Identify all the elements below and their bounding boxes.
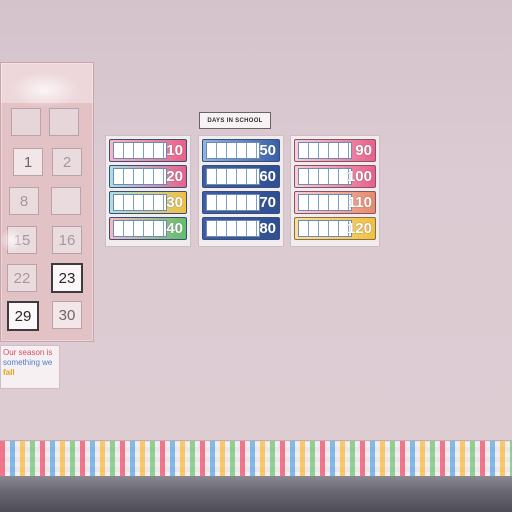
calendar-day-card: 29 [7, 301, 39, 331]
count-number: 30 [166, 194, 183, 211]
ten-frame-row: 30 [109, 191, 187, 214]
ten-frame-cells [298, 142, 352, 159]
count-number: 90 [355, 142, 372, 159]
calendar-day-card: 1 [13, 148, 43, 176]
calendar-day-card: 8 [9, 187, 39, 215]
ten-frame-row: 100 [294, 165, 376, 188]
ten-frame-row: 70 [202, 191, 280, 214]
calendar-pocket-chart: 1 2 8 15 16 22 23 29 30 [0, 62, 94, 342]
calendar-day-card: 15 [7, 226, 37, 254]
ten-frame-row: 60 [202, 165, 280, 188]
count-number: 50 [259, 142, 276, 159]
count-number: 10 [166, 142, 183, 159]
ten-frame-panel: 10 20 30 40 [105, 135, 191, 247]
count-number: 120 [346, 220, 372, 237]
count-number: 60 [259, 168, 276, 185]
ten-frame-panel: 90 100 110 120 [290, 135, 380, 247]
ten-frame-cells [113, 168, 167, 185]
note-line: fall [3, 368, 15, 377]
season-note-card: Our season is something we fall [0, 345, 60, 389]
calendar-day-card: 22 [7, 264, 37, 292]
ten-frame-row: 10 [109, 139, 187, 162]
ten-frame-cells [298, 168, 352, 185]
ten-frame-cells [206, 194, 260, 211]
calendar-day-card: 2 [52, 148, 82, 176]
ten-frame-cells [113, 142, 167, 159]
calendar-day-card: 23 [51, 263, 83, 293]
ten-frame-cells [206, 142, 260, 159]
count-number: 100 [346, 168, 372, 185]
checkered-border-strip [0, 440, 512, 477]
count-number: 80 [259, 220, 276, 237]
ten-frame-cells [298, 194, 352, 211]
count-number: 110 [347, 194, 372, 211]
ten-frame-row: 20 [109, 165, 187, 188]
calendar-day-card: 16 [52, 226, 82, 254]
ten-frame-row: 120 [294, 217, 376, 240]
ten-frame-cells [206, 168, 260, 185]
ten-frame-row: 110 [294, 191, 376, 214]
calendar-day-card-covered [51, 187, 81, 215]
count-number: 70 [259, 194, 276, 211]
count-number: 20 [166, 168, 183, 185]
calendar-blank-card [49, 108, 79, 136]
ten-frame-row: 50 [202, 139, 280, 162]
ten-frame-row: 90 [294, 139, 376, 162]
lower-shelf-band [0, 476, 512, 512]
ten-frame-row: 80 [202, 217, 280, 240]
ten-frame-panel: 50 60 70 80 [198, 135, 284, 247]
ten-frame-cells [113, 220, 167, 237]
days-in-school-title: DAYS IN SCHOOL [199, 112, 271, 129]
ten-frame-cells [113, 194, 167, 211]
note-line: Our season is [3, 348, 53, 357]
calendar-day-card: 30 [52, 301, 82, 329]
note-line: something we [3, 358, 53, 367]
count-number: 40 [166, 220, 183, 237]
ten-frame-cells [298, 220, 352, 237]
ten-frame-cells [206, 220, 260, 237]
ten-frame-row: 40 [109, 217, 187, 240]
calendar-blank-card [11, 108, 41, 136]
